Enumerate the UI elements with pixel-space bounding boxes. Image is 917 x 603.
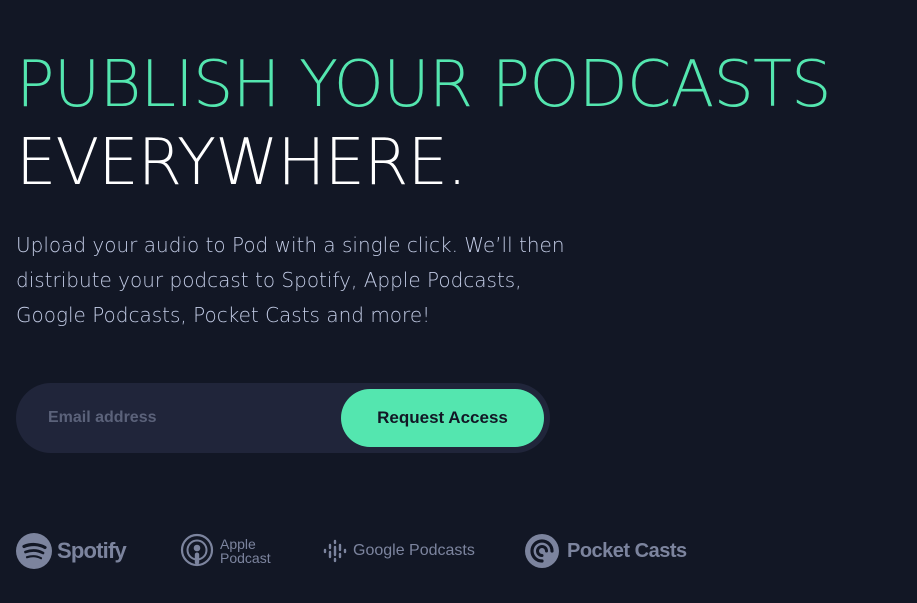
request-access-button[interactable]: Request Access (341, 389, 544, 447)
apple-podcast-logo: Apple Podcast (180, 530, 290, 572)
spotify-icon (16, 533, 52, 569)
hero-headline: PUBLISH YOUR PODCASTS EVERYWHERE. (16, 46, 832, 202)
pocket-casts-label: Pocket Casts (567, 539, 687, 562)
spotify-logo: Spotify (16, 530, 127, 572)
hero-description: Upload your audio to Pod with a single c… (16, 233, 565, 327)
apple-podcast-label: Apple Podcast (220, 536, 271, 566)
pocket-casts-logo: Pocket Casts (525, 530, 687, 572)
headline-plain-line: EVERYWHERE. (16, 126, 467, 200)
google-podcasts-logo: Google Podcasts (323, 530, 475, 572)
pocket-casts-icon (525, 534, 559, 568)
apple-podcasts-icon (180, 533, 214, 567)
landing-page: PUBLISH YOUR PODCASTS EVERYWHERE. Upload… (0, 0, 917, 603)
spotify-label: Spotify (57, 538, 127, 563)
google-podcasts-label: Google Podcasts (353, 542, 475, 559)
email-input[interactable] (16, 383, 336, 453)
headline-accent-line: PUBLISH YOUR PODCASTS (16, 48, 832, 122)
google-podcasts-icon (323, 539, 347, 563)
request-access-form: Request Access (16, 383, 550, 453)
platform-logos: Spotify Apple Podcast Google Podcasts Po… (16, 530, 716, 572)
